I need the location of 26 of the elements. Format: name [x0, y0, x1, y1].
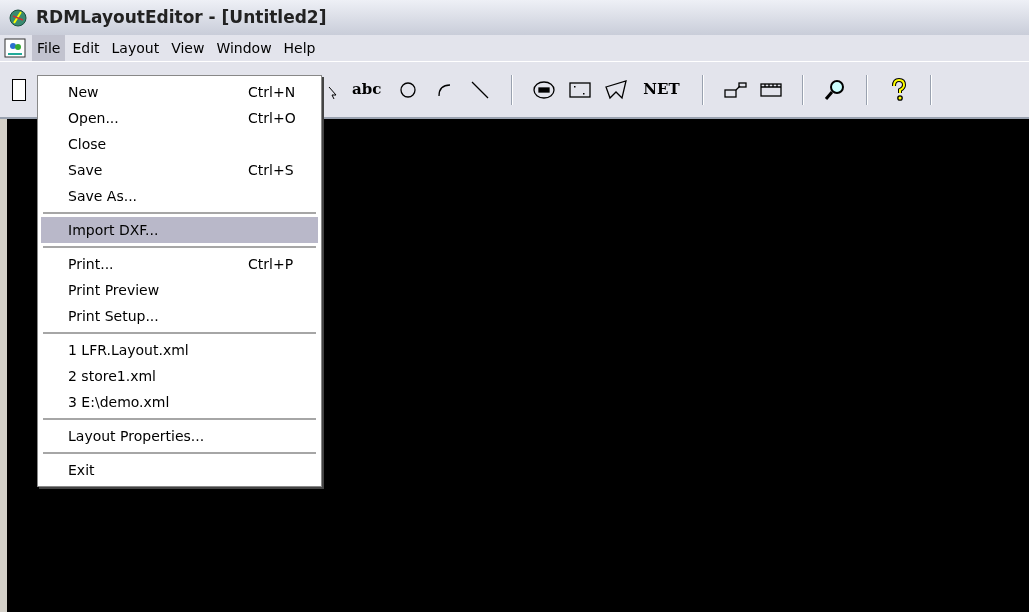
menu-option[interactable]: 3 E:\demo.xml	[41, 389, 318, 415]
menu-item[interactable]: View	[166, 34, 210, 62]
window-title: RDMLayoutEditor - [Untitled2]	[36, 5, 327, 29]
menu-option[interactable]: New Ctrl+N	[41, 79, 318, 105]
menu-option[interactable]: 2 store1.xml	[41, 363, 318, 389]
toolbar-button[interactable]: abc	[348, 78, 386, 101]
menu-option[interactable]: Close	[41, 131, 318, 157]
menu-option[interactable]: Save Ctrl+S	[41, 157, 318, 183]
menu-item[interactable]: Edit	[67, 34, 105, 62]
toolbar-button[interactable]: NET	[639, 78, 684, 101]
app-icon	[8, 7, 28, 28]
menu-option[interactable]: Print Preview	[41, 277, 318, 303]
toolbar-button[interactable]	[12, 78, 26, 101]
menu-option[interactable]: Print Setup...	[41, 303, 318, 329]
menu-option[interactable]: Open... Ctrl+O	[41, 105, 318, 131]
menu-option[interactable]: Exit	[41, 457, 318, 483]
menu-item[interactable]: Window	[211, 34, 277, 62]
menu-item[interactable]: Help	[278, 34, 321, 62]
menu-option[interactable]: 1 LFR.Layout.xml	[41, 337, 318, 363]
menu-option[interactable]: Import DXF...	[41, 217, 318, 243]
document-icon[interactable]	[4, 38, 26, 58]
menu-option[interactable]: Save As...	[41, 183, 318, 209]
menu-option[interactable]: Print... Ctrl+P	[41, 251, 318, 277]
menu-item[interactable]: File	[32, 34, 66, 62]
menu-option[interactable]: Layout Properties...	[41, 423, 318, 449]
menu-item[interactable]: Layout	[106, 34, 165, 62]
